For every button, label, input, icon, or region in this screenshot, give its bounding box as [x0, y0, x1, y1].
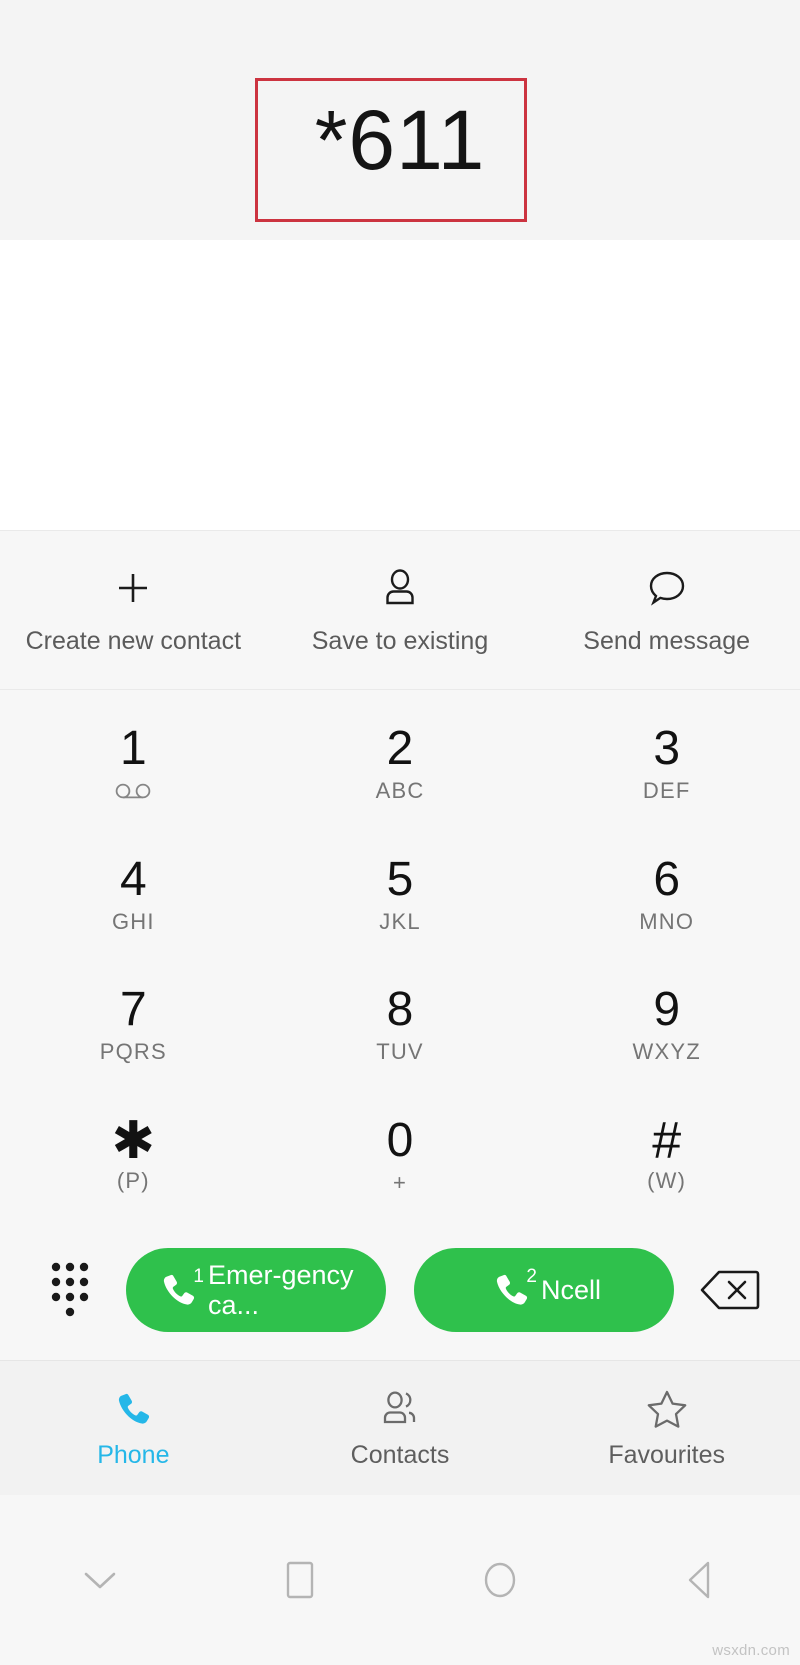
key-hash[interactable]: # (W)	[533, 1090, 800, 1221]
tab-contacts-label: Contacts	[350, 1441, 450, 1469]
key-0-digit: 0	[386, 1113, 414, 1167]
circle-home-icon[interactable]	[445, 1540, 555, 1620]
key-9[interactable]: 9 WXYZ	[533, 959, 800, 1090]
message-bubble-icon	[644, 565, 690, 611]
watermark-text: wsxdn.com	[712, 1642, 790, 1659]
phone-handset-icon: 1	[154, 1266, 204, 1314]
key-2-letters: ABC	[375, 778, 425, 804]
key-7[interactable]: 7 PQRS	[0, 959, 267, 1090]
key-hash-digit: #	[652, 1111, 682, 1170]
dialpad-dots-icon[interactable]	[28, 1259, 112, 1321]
key-4-digit: 4	[119, 852, 147, 906]
sim2-badge: 2	[526, 1266, 537, 1287]
quick-actions-row: Create new contact Save to existing Send…	[0, 530, 800, 690]
save-to-existing-button[interactable]: Save to existing	[267, 565, 534, 655]
send-message-label: Send message	[583, 627, 751, 655]
keypad-row: 4 GHI 5 JKL 6 MNO	[0, 829, 800, 960]
key-3-digit: 3	[653, 722, 681, 776]
key-5[interactable]: 5 JKL	[267, 829, 534, 960]
keypad-row: ✱ (P) 0 + # (W)	[0, 1090, 800, 1221]
key-3-letters: DEF	[642, 778, 691, 804]
key-3[interactable]: 3 DEF	[533, 698, 800, 829]
tab-favourites[interactable]: Favourites	[533, 1387, 800, 1469]
call-button-sim2[interactable]: 2 Ncell	[414, 1248, 674, 1332]
suggestions-empty-area	[0, 240, 800, 530]
phone-handset-icon: 2	[487, 1266, 537, 1314]
android-navigation-bar: wsxdn.com	[0, 1495, 800, 1665]
key-2[interactable]: 2 ABC	[267, 698, 534, 829]
chevron-down-icon[interactable]	[45, 1540, 155, 1620]
save-to-existing-label: Save to existing	[311, 627, 489, 655]
phone-icon	[111, 1387, 155, 1431]
keypad-row: 1 2 ABC 3 DEF	[0, 698, 800, 829]
key-star-sub: (P)	[116, 1167, 150, 1193]
contacts-icon	[378, 1387, 422, 1431]
star-icon	[645, 1387, 689, 1431]
backspace-icon[interactable]	[688, 1267, 772, 1313]
key-7-letters: PQRS	[99, 1039, 167, 1065]
tab-favourites-label: Favourites	[608, 1441, 726, 1469]
call-button-sim1[interactable]: 1 Emer-gency ca...	[126, 1248, 386, 1332]
send-message-button[interactable]: Send message	[533, 565, 800, 655]
bottom-tab-bar: Phone Contacts Favourites	[0, 1360, 800, 1495]
key-1[interactable]: 1	[0, 698, 267, 829]
key-6-digit: 6	[653, 852, 681, 906]
sim1-badge: 1	[193, 1266, 204, 1287]
call-button-sim1-label: Emer-gency ca...	[208, 1260, 354, 1320]
key-0-sub: +	[392, 1169, 408, 1195]
phone-dialer-app: *611 Create new contact Save to existing	[0, 0, 800, 1665]
tab-phone-label: Phone	[97, 1441, 170, 1469]
voicemail-icon	[114, 778, 152, 804]
key-star-digit: ✱	[111, 1111, 156, 1170]
key-8-digit: 8	[386, 983, 414, 1037]
key-8[interactable]: 8 TUV	[267, 959, 534, 1090]
key-5-digit: 5	[386, 852, 414, 906]
number-display-area[interactable]: *611	[0, 0, 800, 240]
call-button-sim2-label: Ncell	[540, 1275, 601, 1305]
key-star[interactable]: ✱ (P)	[0, 1090, 267, 1221]
key-0[interactable]: 0 +	[267, 1090, 534, 1221]
triangle-back-icon[interactable]	[645, 1540, 755, 1620]
key-4[interactable]: 4 GHI	[0, 829, 267, 960]
key-7-digit: 7	[119, 983, 147, 1037]
keypad-row: 7 PQRS 8 TUV 9 WXYZ	[0, 959, 800, 1090]
tab-contacts[interactable]: Contacts	[267, 1387, 534, 1469]
square-recents-icon[interactable]	[245, 1540, 355, 1620]
call-action-row: 1 Emer-gency ca... 2 Ncell	[0, 1220, 800, 1360]
key-hash-sub: (W)	[647, 1167, 687, 1193]
person-icon	[377, 565, 423, 611]
create-new-contact-button[interactable]: Create new contact	[0, 565, 267, 655]
key-2-digit: 2	[386, 722, 414, 776]
key-9-letters: WXYZ	[632, 1039, 701, 1065]
create-new-contact-label: Create new contact	[25, 627, 242, 655]
key-6-letters: MNO	[639, 908, 695, 934]
key-9-digit: 9	[653, 983, 681, 1037]
key-4-letters: GHI	[111, 908, 155, 934]
key-8-letters: TUV	[376, 1039, 424, 1065]
plus-icon	[110, 565, 156, 611]
tab-phone[interactable]: Phone	[0, 1387, 267, 1469]
key-5-letters: JKL	[379, 908, 421, 934]
dialpad-keys: 1 2 ABC 3 DEF 4 GHI 5 JKL 6 MNO 7 PQRS 8…	[0, 690, 800, 1220]
key-1-digit: 1	[119, 722, 147, 776]
key-6[interactable]: 6 MNO	[533, 829, 800, 960]
dialed-number-text[interactable]: *611	[0, 90, 800, 190]
